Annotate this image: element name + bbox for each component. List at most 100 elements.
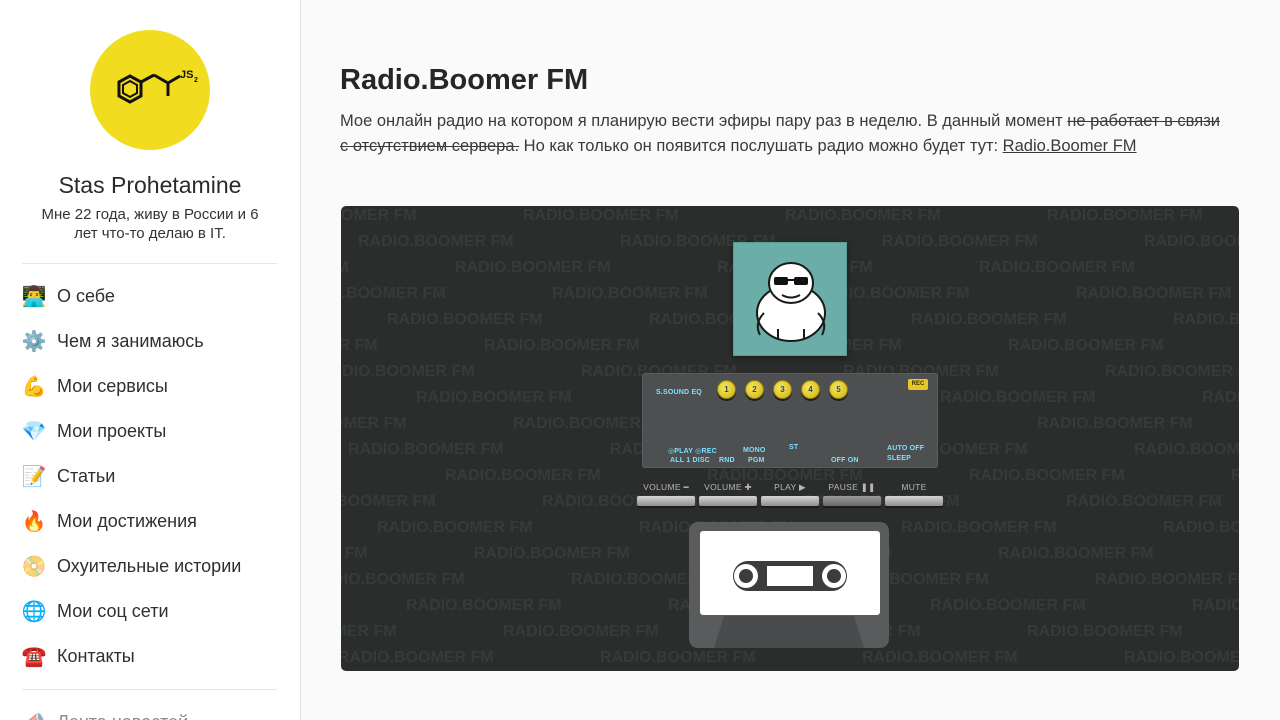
- watermark-text: RADIO.BOOMER FM: [341, 493, 436, 510]
- watermark-text: RADIO.BOOMER FM: [341, 415, 407, 432]
- preset-button-4[interactable]: 4: [801, 380, 820, 399]
- watermark-text: RADIO.BOOMER FM: [1192, 597, 1239, 614]
- nav-item-about[interactable]: 👨‍💻 О себе: [22, 274, 282, 319]
- telephone-icon: ☎️: [21, 646, 47, 668]
- watermark-text: RADIO.BOOMER FM: [503, 623, 659, 640]
- watermark-text: RADIO.BOOMER FM: [785, 207, 941, 224]
- watermark-text: RADIO.BOOMER FM: [882, 233, 1038, 250]
- profile-logo[interactable]: JS 2: [90, 30, 210, 150]
- play-label: PLAY ▶: [774, 482, 806, 492]
- megaphone-icon: 📣: [22, 711, 47, 720]
- nav-label: Контакты: [57, 646, 135, 666]
- nav-item-projects[interactable]: 💎 Мои проекты: [22, 409, 282, 454]
- nav-item-contacts[interactable]: ☎️ Контакты: [22, 634, 282, 679]
- watermark-text: RADIO.BOOMER FM: [1173, 311, 1239, 328]
- sidebar: JS 2 Stas Prohetamine Мне 22 года, живу …: [0, 0, 301, 720]
- watermark-text: RADIO.BOOMER FM: [1047, 207, 1203, 224]
- nav-label: Мои сервисы: [57, 376, 168, 396]
- boomer-character-icon: [756, 262, 826, 342]
- watermark-text: RADIO.BOOMER FM: [416, 389, 572, 406]
- preset-button-1[interactable]: 1: [717, 380, 736, 399]
- nav-item-articles[interactable]: 📝 Статьи: [22, 454, 282, 499]
- profile-name: Stas Prohetamine: [58, 172, 242, 198]
- watermark-text: RADIO.BOOMER FM: [979, 259, 1135, 276]
- nav-label: О себе: [57, 286, 115, 306]
- nav-label: Мои соц сети: [57, 601, 169, 621]
- watermark-text: RADIO.BOOMER FM: [1037, 415, 1193, 432]
- dvd-icon: 📀: [21, 556, 47, 578]
- sidebar-divider: [22, 689, 277, 690]
- watermark-text: RADIO.BOOMER FM: [341, 649, 494, 666]
- eq-label: S.SOUND EQ: [656, 389, 702, 396]
- watermark-text: RADIO.BOOMER FM: [930, 597, 1086, 614]
- radio-link[interactable]: Radio.Boomer FM: [1003, 137, 1137, 155]
- play-button[interactable]: PLAY ▶: [761, 481, 819, 511]
- watermark-text: RADIO.BOOMER FM: [1105, 363, 1239, 380]
- watermark-text: RADIO.BOOMER FM: [341, 285, 446, 302]
- watermark-text: RADIO.BOOMER FM: [1134, 441, 1239, 458]
- watermark-text: RADIO.BOOMER FM: [1163, 519, 1239, 536]
- watermark-text: RADIO.BOOMER FM: [1066, 493, 1222, 510]
- watermark-text: RADIO.BOOMER FM: [862, 649, 1018, 666]
- nav-item-services[interactable]: 💪 Мои сервисы: [22, 364, 282, 409]
- disc-indicator: ALL 1 DISC: [670, 457, 710, 464]
- watermark-text: RADIO.BOOMER FM: [455, 259, 611, 276]
- watermark-text: RADIO.BOOMER FM: [341, 571, 465, 588]
- memo-icon: 📝: [21, 466, 47, 488]
- watermark-text: RADIO.BOOMER FM: [1008, 337, 1164, 354]
- watermark-text: RADIO.BOOMER FM: [1231, 467, 1239, 484]
- pgm-indicator: PGM: [748, 457, 765, 464]
- preset-button-5[interactable]: 5: [829, 380, 848, 399]
- benzene-js-logo-icon: JS 2: [117, 69, 198, 104]
- nav-label: Мои проекты: [57, 421, 167, 441]
- nav-item-achievements[interactable]: 🔥 Мои достижения: [22, 499, 282, 544]
- pause-button[interactable]: PAUSE ❚❚: [823, 481, 881, 511]
- technologist-icon: 👨‍💻: [21, 286, 47, 308]
- watermark-text: RADIO.BOOMER FM: [484, 337, 640, 354]
- radio-display-panel: S.SOUND EQ 1 2 3 4 5 REC ◎PLAY ◎REC ALL …: [642, 373, 938, 468]
- description-text: Мое онлайн радио на котором я планирую в…: [340, 112, 1068, 130]
- watermark-text: RADIO.BOOMER FM: [341, 545, 368, 562]
- nav-item-activities[interactable]: ⚙️ Чем я занимаюсь: [22, 319, 282, 364]
- svg-text:2: 2: [194, 77, 198, 84]
- watermark-text: RADIO.BOOMER FM: [1027, 623, 1183, 640]
- watermark-text: RADIO.BOOMER FM: [998, 545, 1154, 562]
- watermark-text: RADIO.BOOMER FM: [911, 311, 1067, 328]
- rec-indicator: REC: [908, 379, 928, 390]
- watermark-text: RADIO.BOOMER FM: [1124, 649, 1239, 666]
- watermark-text: RADIO.BOOMER FM: [940, 389, 1096, 406]
- volume-down-button[interactable]: VOLUME ━: [637, 481, 695, 511]
- watermark-text: RADIO.BOOMER FM: [552, 285, 708, 302]
- watermark-text: RADIO.BOOMER FM: [341, 363, 475, 380]
- preset-button-2[interactable]: 2: [745, 380, 764, 399]
- description-text: Но как только он появится послушать ради…: [519, 137, 1003, 155]
- watermark-text: RADIO.BOOMER FM: [341, 623, 397, 640]
- volume-up-button[interactable]: VOLUME ✚: [699, 481, 757, 511]
- profile-bio: Мне 22 года, живу в России и 6 лет что-т…: [41, 206, 259, 242]
- rnd-indicator: RND: [719, 457, 735, 464]
- volume-down-label: VOLUME ━: [643, 482, 689, 492]
- watermark-text: RADIO.BOOMER FM: [445, 467, 601, 484]
- sidebar-divider: [22, 263, 277, 264]
- preset-button-3[interactable]: 3: [773, 380, 792, 399]
- sleep-indicator: SLEEP: [887, 455, 911, 462]
- watermark-text: RADIO.BOOMER FM: [901, 519, 1057, 536]
- watermark-text: RADIO.BOOMER FM: [406, 597, 562, 614]
- gear-icon: ⚙️: [21, 331, 47, 353]
- watermark-text: RADIO.BOOMER FM: [341, 207, 417, 224]
- nav-item-socials[interactable]: 🌐 Мои соц сети: [22, 589, 282, 634]
- stereo-indicator: ST: [789, 444, 799, 451]
- button-key: [761, 496, 819, 506]
- gem-icon: 💎: [21, 421, 47, 443]
- watermark-text: RADIO.BOOMER FM: [600, 649, 756, 666]
- nav-item-stories[interactable]: 📀 Охуительные истории: [22, 544, 282, 589]
- button-key: [823, 496, 881, 506]
- button-key: [699, 496, 757, 506]
- mute-button[interactable]: MUTE: [885, 481, 943, 511]
- nav-item-news[interactable]: 📣 Лента новостей: [22, 700, 189, 720]
- nav-label: Охуительные истории: [57, 556, 242, 576]
- watermark-text: RADIO.BOOMER FM: [358, 233, 514, 250]
- nav-label: Статьи: [57, 466, 116, 486]
- watermark-text: RADIO.BOOMER FM: [1076, 285, 1232, 302]
- play-rec-indicator: ◎PLAY ◎REC: [668, 448, 717, 455]
